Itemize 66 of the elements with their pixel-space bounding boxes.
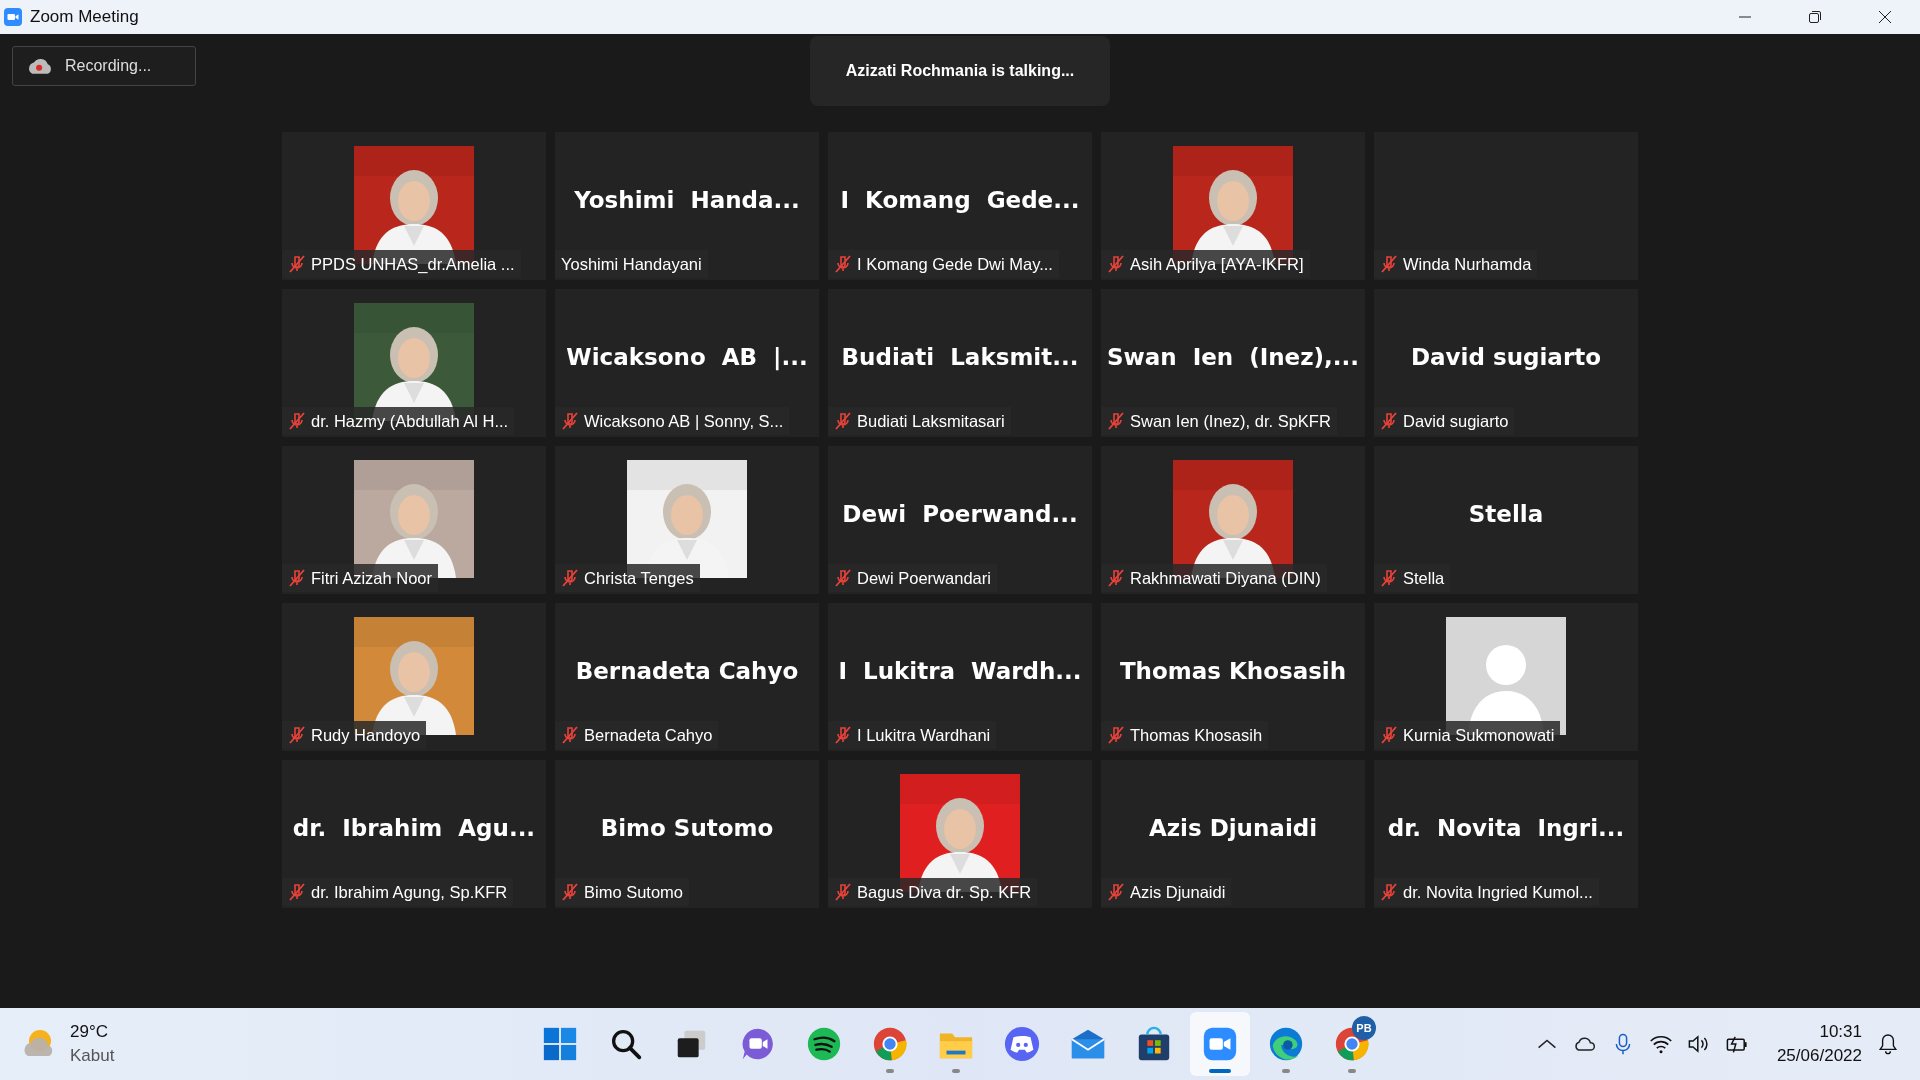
edge-icon <box>1267 1025 1305 1063</box>
start-icon <box>541 1025 579 1063</box>
participant-name-label: I Komang Gede Dwi May... <box>828 250 1059 278</box>
running-indicator <box>952 1069 960 1073</box>
participant-name-label: Thomas Khosasih <box>1101 721 1269 749</box>
participant-display-name: I Lukitra Wardh... <box>838 658 1082 684</box>
participant-display-name: I Komang Gede... <box>840 187 1080 213</box>
participant-name-label: Rakhmawati Diyana (DIN) <box>1101 564 1327 592</box>
participant-name-label: Fitri Azizah Noor <box>282 564 439 592</box>
restore-icon <box>1808 10 1822 24</box>
cloud-record-icon <box>27 56 53 76</box>
notification-icon[interactable] <box>1876 1032 1900 1056</box>
participant-name-label: Azis Djunaidi <box>1101 878 1232 906</box>
volume-icon[interactable] <box>1686 1032 1711 1056</box>
participant-name-label: Rudy Handoyo <box>282 721 427 749</box>
profile-badge: PB <box>1352 1016 1376 1040</box>
speaker-banner: Azizati Rochmania is talking... <box>810 36 1110 106</box>
participant-name-label: Bimo Sutomo <box>555 878 690 906</box>
participant-name-label: Asih Aprilya [AYA-IKFR] <box>1101 250 1310 278</box>
participant-name-label: David sugiarto <box>1374 407 1515 435</box>
participant-display-name: Wicaksono AB |... <box>566 344 808 370</box>
participant-name-label: dr. Hazmy (Abdullah Al H... <box>282 407 515 435</box>
participant-name-label: Bernadeta Cahyo <box>555 721 719 749</box>
participant-display-name: Swan Ien (Inez),... <box>1106 344 1360 370</box>
taskbar-app-button[interactable]: PB <box>1322 1012 1382 1076</box>
weather-condition-text: Kabut <box>70 1045 115 1067</box>
participant-display-name: Bimo Sutomo <box>600 815 774 841</box>
running-indicator <box>1209 1069 1231 1073</box>
running-indicator <box>1282 1069 1290 1073</box>
participant-display-name: dr. Ibrahim Agu... <box>292 815 536 841</box>
recording-indicator[interactable]: Recording... <box>12 46 196 86</box>
participant-display-name: Bernadeta Cahyo <box>575 658 799 684</box>
participant-display-name: David sugiarto <box>1411 344 1601 370</box>
participant-display-name: Thomas Khosasih <box>1119 658 1347 684</box>
close-icon <box>1878 10 1892 24</box>
window-title: Zoom Meeting <box>30 7 139 27</box>
clock-date: 25/06/2022 <box>1776 1045 1862 1067</box>
camera-icon <box>1201 1025 1239 1063</box>
participant-display-name: Azis Djunaidi <box>1148 815 1318 841</box>
participant-name-label: PPDS UNHAS_dr.Amelia ... <box>282 250 521 278</box>
running-indicator <box>886 1069 894 1073</box>
participant-display-name: Budiati Laksmit... <box>841 344 1079 370</box>
participant-display-name: Stella <box>1468 501 1544 527</box>
gamepad-icon <box>1003 1025 1041 1063</box>
participant-name-label: Stella <box>1374 564 1451 592</box>
participant-name-label: Winda Nurhamda <box>1374 250 1538 278</box>
participant-name-label: Christa Tenges <box>555 564 700 592</box>
participant-display-name: dr. Novita Ingri... <box>1387 815 1625 841</box>
participant-name-label: I Lukitra Wardhani <box>828 721 997 749</box>
camera-icon <box>4 8 22 26</box>
participant-name-label: Kurnia Sukmonowati <box>1374 721 1561 749</box>
participant-name-label: Dewi Poerwandari <box>828 564 997 592</box>
temperature-text: 29°C <box>70 1021 109 1043</box>
clock-time: 10:31 <box>1819 1021 1862 1043</box>
participant-name-label: Yoshimi Handayani <box>555 250 708 278</box>
participant-name-label: Wicaksono AB | Sonny, S... <box>555 407 790 435</box>
participant-display-name: Dewi Poerwand... <box>842 501 1078 527</box>
music-icon <box>805 1025 843 1063</box>
participant-display-name: Yoshimi Handa... <box>574 187 800 213</box>
participant-name-label: Budiati Laksmitasari <box>828 407 1011 435</box>
participant-name-label: dr. Ibrahim Agung, Sp.KFR <box>282 878 514 906</box>
browser-icon <box>871 1025 909 1063</box>
participant-name-label: dr. Novita Ingried Kumol... <box>1374 878 1599 906</box>
participant-name-label: Swan Ien (Inez), dr. SpKFR <box>1101 407 1337 435</box>
running-indicator <box>1348 1069 1356 1073</box>
participant-name-label: Bagus Diva dr. Sp. KFR <box>828 878 1038 906</box>
